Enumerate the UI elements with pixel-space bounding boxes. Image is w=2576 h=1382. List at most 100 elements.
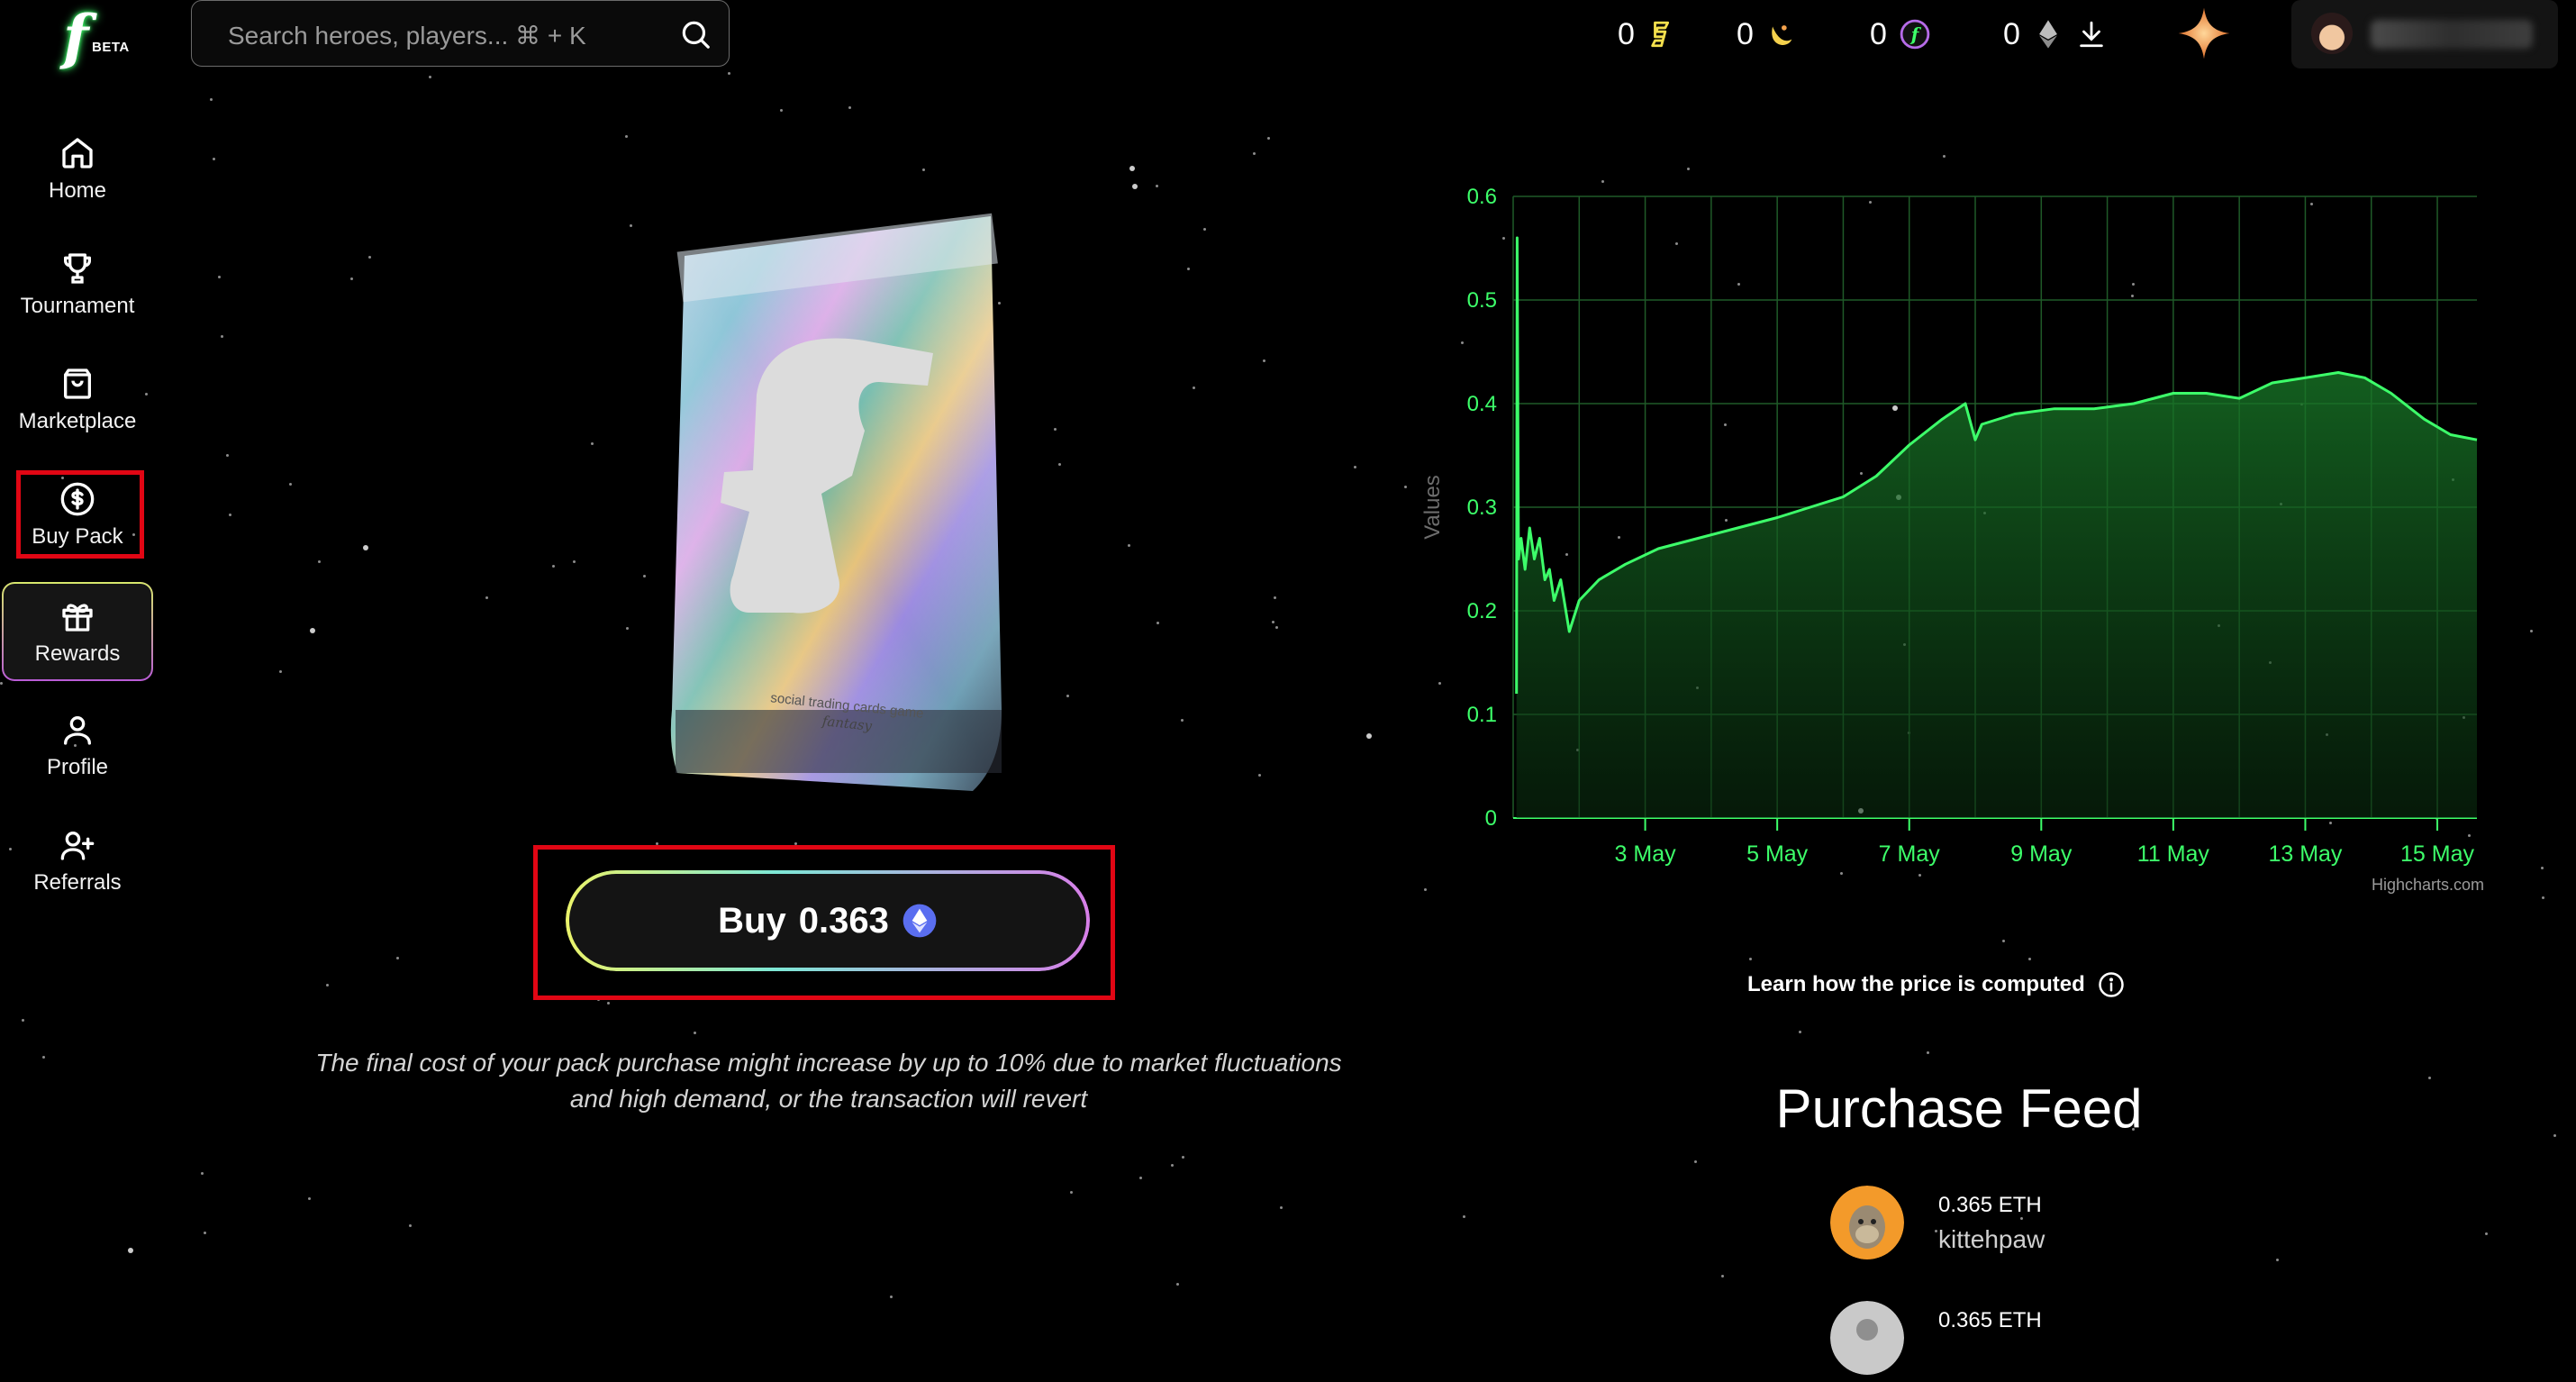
avatar [1830, 1186, 1904, 1259]
star-dot [656, 842, 658, 845]
star-dot [2553, 1134, 2556, 1137]
fantasy-f-coin-icon: f [1900, 19, 1930, 50]
buy-pack-button[interactable]: Buy 0.363 [566, 870, 1090, 971]
star-dot [279, 670, 282, 673]
avatar [2311, 13, 2353, 54]
star-dot [1182, 1156, 1184, 1159]
sidebar-item-label: Tournament [20, 294, 135, 318]
sidebar-item-label: Profile [46, 755, 109, 779]
star-dot [1156, 185, 1158, 187]
x-tick-label: 5 May [1746, 841, 1809, 867]
x-tick-label: 7 May [1879, 841, 1941, 867]
star-dot [210, 98, 213, 101]
balance-value: 0 [2003, 16, 2020, 51]
star-dot [1274, 596, 1276, 599]
star-dot [2541, 867, 2544, 869]
search-icon[interactable] [678, 17, 712, 51]
sidebar-item-profile[interactable]: Profile [0, 694, 155, 793]
x-tick-label: 11 May [2137, 841, 2210, 867]
balance-moon[interactable]: 0 [1737, 14, 1797, 54]
y-tick-label: 0.6 [1467, 185, 1497, 209]
sidebar-item-buy-pack[interactable]: Buy Pack [0, 463, 155, 562]
price-chart[interactable]: 0 0.1 0.2 0.3 0.4 0.5 0.6 3 May 5 May 7 May 9 May 1… [1396, 162, 2495, 910]
star-dot [1799, 1031, 1801, 1033]
sidebar-item-tournament[interactable]: Tournament [0, 232, 155, 332]
star-dot [485, 596, 488, 599]
beta-badge: BETA [92, 40, 130, 55]
learn-price-text: Learn how the price is computed [1747, 972, 2085, 996]
logo-glyph: f [63, 2, 89, 72]
avatar [1830, 1301, 1904, 1375]
star-dot [221, 335, 223, 338]
sidebar-item-label: Buy Pack [32, 524, 123, 549]
card-pack-image: social trading cards game fantasy [670, 213, 1002, 791]
sidebar-item-home[interactable]: Home [0, 117, 155, 216]
list-item[interactable]: 0.365 ETH kittehpaw [1830, 1186, 2281, 1267]
star-dot [2028, 958, 2031, 960]
star-dot [0, 682, 3, 685]
star-dot [694, 1032, 696, 1034]
blurred-username [2371, 20, 2533, 49]
star-dot [1272, 621, 1274, 623]
y-tick-label: 0.3 [1467, 496, 1497, 520]
buy-label: Buy [718, 900, 786, 941]
star-dot [22, 1019, 24, 1022]
star-dot [1721, 1275, 1724, 1277]
learn-price-link[interactable]: Learn how the price is computed [1747, 971, 2125, 998]
x-tick-label: 9 May [2010, 841, 2073, 867]
star-dot [2002, 940, 2005, 942]
star-dot [573, 560, 576, 563]
star-dot [429, 76, 431, 78]
star-dot [2530, 630, 2533, 632]
star-dot [591, 442, 594, 445]
shopping-bag-icon [64, 368, 92, 399]
sparkle-icon[interactable] [2176, 5, 2232, 61]
search-bar[interactable]: Search heroes, players... ⌘ + K [191, 0, 730, 67]
y-axis-title: Values [1420, 475, 1445, 540]
balance-blast[interactable]: 0 [1618, 14, 1678, 54]
star-dot [1132, 184, 1138, 189]
sidebar-item-marketplace[interactable]: Marketplace [0, 348, 155, 447]
star-dot [2485, 1232, 2488, 1235]
balance-value: 0 [1618, 16, 1635, 51]
x-tick-label: 15 May [2400, 841, 2474, 867]
star-dot [308, 1197, 311, 1200]
search-input[interactable]: Search heroes, players... ⌘ + K [228, 21, 586, 50]
star-dot [1128, 544, 1130, 547]
list-item[interactable]: 0.365 ETH [1830, 1301, 2281, 1382]
y-tick-label: 0 [1485, 806, 1497, 831]
star-dot [643, 575, 646, 577]
star-dot [1054, 428, 1057, 431]
star-dot [289, 483, 292, 486]
star-dot [42, 1056, 45, 1059]
star-dot [1267, 137, 1270, 140]
sidebar-item-label: Home [48, 178, 107, 203]
sidebar-item-rewards[interactable]: Rewards [2, 582, 153, 681]
star-dot [1275, 626, 1278, 629]
star-dot [922, 168, 925, 171]
sidebar-item-label: Referrals [33, 870, 122, 895]
star-dot [1203, 228, 1206, 231]
star-dot [2542, 896, 2544, 899]
purchase-feed-title: Purchase Feed [1775, 1078, 2143, 1139]
y-tick-label: 0.1 [1467, 703, 1497, 727]
sidebar-item-label: Rewards [34, 641, 121, 666]
app-logo[interactable]: f BETA [63, 2, 144, 72]
star-dot [363, 545, 368, 550]
user-icon [64, 716, 92, 745]
ethereum-badge-icon [903, 904, 937, 938]
balance-fantasy[interactable]: 0 f [1870, 14, 1930, 54]
purchase-amount: 0.365 ETH [1938, 1193, 2042, 1217]
star-dot [2428, 1077, 2431, 1079]
star-dot [128, 1248, 133, 1253]
star-dot [1058, 463, 1061, 466]
star-dot [201, 1172, 204, 1175]
star-dot [1129, 166, 1135, 171]
blast-b-icon [1651, 21, 1670, 48]
sidebar-item-referrals[interactable]: Referrals [0, 809, 155, 908]
balance-eth[interactable]: 0 [2003, 14, 2107, 54]
download-icon[interactable] [2076, 19, 2107, 50]
user-menu[interactable] [2291, 0, 2558, 68]
star-dot [728, 72, 730, 75]
star-dot [226, 454, 229, 457]
